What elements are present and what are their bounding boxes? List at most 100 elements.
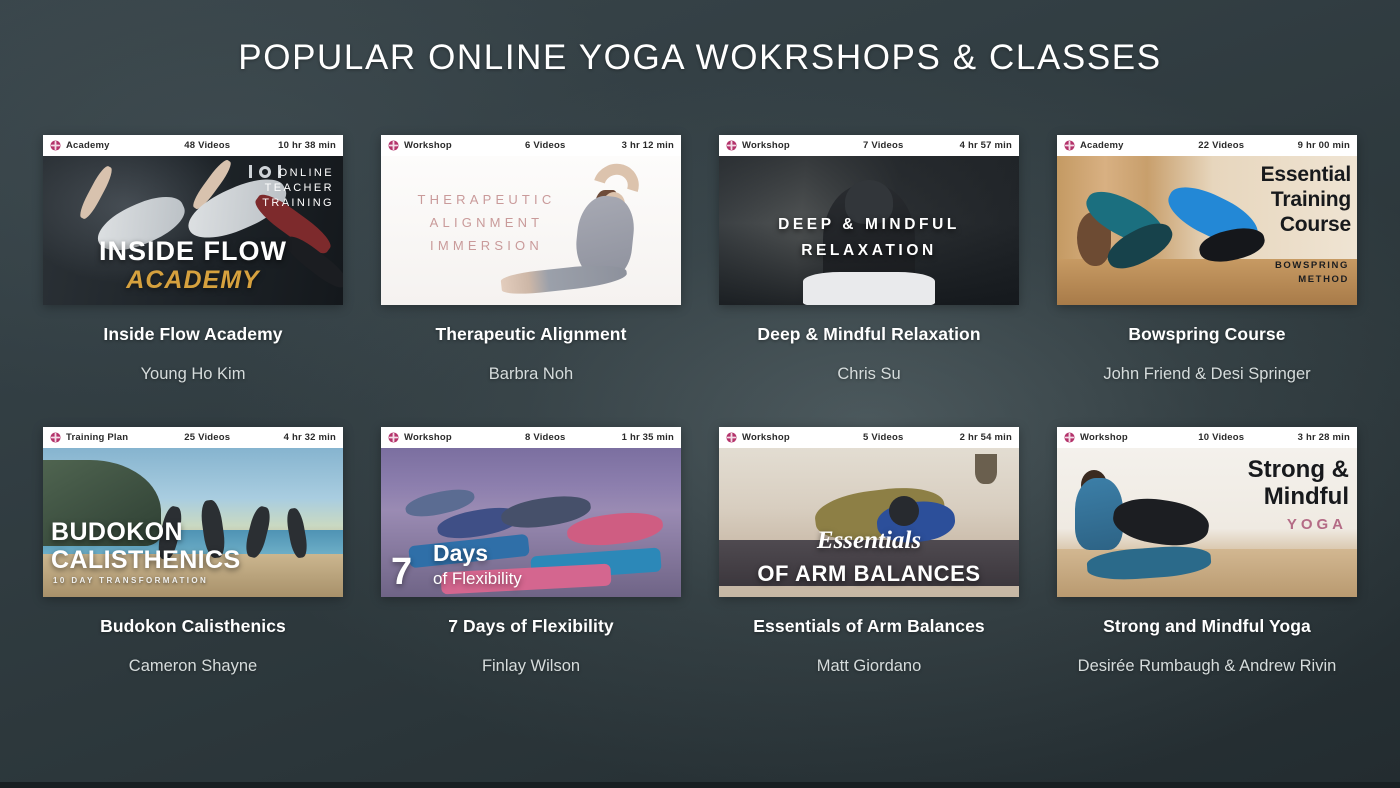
card-duration: 9 hr 00 min <box>1297 140 1350 151</box>
card-kind-label: Workshop <box>742 432 790 443</box>
card-duration: 4 hr 32 min <box>283 432 336 443</box>
card-kind-label: Workshop <box>404 432 452 443</box>
thumb-art-head <box>889 496 919 526</box>
card-title[interactable]: Inside Flow Academy <box>43 324 343 345</box>
lotus-icon <box>50 140 61 151</box>
course-card[interactable]: Academy 22 Videos 9 hr 00 min Essential … <box>1057 135 1357 391</box>
card-title[interactable]: Deep & Mindful Relaxation <box>719 324 1019 345</box>
card-thumbnail[interactable]: DEEP & MINDFUL RELAXATION <box>719 156 1019 305</box>
thumb-overlay-line2: TEACHER <box>264 182 334 194</box>
thumb-title-line1: INSIDE FLOW <box>99 236 287 266</box>
card-video-count: 7 Videos <box>863 140 904 151</box>
card-meta-bar: Academy 22 Videos 9 hr 00 min <box>1057 135 1357 156</box>
lotus-icon <box>726 140 737 151</box>
course-card[interactable]: Academy 48 Videos 10 hr 38 min ONLINE TE… <box>43 135 343 391</box>
thumb-title-line1: THERAPEUTIC <box>417 192 556 207</box>
card-thumbnail[interactable]: Essentials OF ARM BALANCES <box>719 448 1019 597</box>
card-title[interactable]: Essentials of Arm Balances <box>719 616 1019 637</box>
thumb-art-figure <box>1110 493 1212 551</box>
card-author: John Friend & Desi Springer <box>1103 365 1311 383</box>
card-meta-bar: Training Plan 25 Videos 4 hr 32 min <box>43 427 343 448</box>
thumb-title-line1: Days <box>433 540 488 566</box>
card-kind: Academy <box>50 140 164 151</box>
card-thumbnail[interactable]: Strong & Mindful YOGA <box>1057 448 1357 597</box>
card-meta-bar: Academy 48 Videos 10 hr 38 min <box>43 135 343 156</box>
thumb-title-line1: BUDOKON <box>51 518 183 546</box>
thumb-title-line1: Strong & <box>1247 456 1349 483</box>
card-author: Finlay Wilson <box>481 657 581 675</box>
card-duration: 10 hr 38 min <box>278 140 336 151</box>
card-kind: Workshop <box>1064 432 1178 443</box>
card-media[interactable]: Workshop 10 Videos 3 hr 28 min Strong & … <box>1057 427 1357 597</box>
card-kind: Training Plan <box>50 432 164 443</box>
card-media[interactable]: Workshop 8 Videos 1 hr 35 min 7 Days of … <box>381 427 681 597</box>
card-duration: 4 hr 57 min <box>959 140 1012 151</box>
thumb-overlay-line3: TRAINING <box>262 197 334 209</box>
lotus-icon <box>1064 140 1075 151</box>
page-root: POPULAR ONLINE YOGA WOKRSHOPS & CLASSES … <box>0 0 1400 788</box>
card-video-count: 10 Videos <box>1198 432 1245 443</box>
card-duration: 1 hr 35 min <box>621 432 674 443</box>
course-card[interactable]: Workshop 8 Videos 1 hr 35 min 7 Days of … <box>381 427 681 683</box>
thumb-art-arm <box>76 163 116 222</box>
card-video-count: 22 Videos <box>1198 140 1245 151</box>
course-card[interactable]: Workshop 10 Videos 3 hr 28 min Strong & … <box>1057 427 1357 683</box>
card-video-count: 48 Videos <box>184 140 231 151</box>
card-thumbnail[interactable]: THERAPEUTIC ALIGNMENT IMMERSION <box>381 156 681 305</box>
card-media[interactable]: Workshop 6 Videos 3 hr 12 min THERAPEUTI… <box>381 135 681 305</box>
course-card[interactable]: Workshop 5 Videos 2 hr 54 min Essentials… <box>719 427 1019 683</box>
card-author: Young Ho Kim <box>140 365 246 383</box>
card-kind: Academy <box>1064 140 1178 151</box>
card-kind-label: Academy <box>1080 140 1124 151</box>
thumb-title-line2: Mindful <box>1263 483 1349 510</box>
card-kind: Workshop <box>726 432 840 443</box>
card-author: Desirée Rumbaugh & Andrew Rivin <box>1077 657 1337 675</box>
course-card[interactable]: Workshop 6 Videos 3 hr 12 min THERAPEUTI… <box>381 135 681 391</box>
thumb-overlay-text: BUDOKON CALISTHENICS <box>51 518 241 574</box>
thumb-numeral: 7 <box>391 551 413 593</box>
card-video-count: 5 Videos <box>863 432 904 443</box>
card-thumbnail[interactable]: Essential Training Course BOWSPRING METH… <box>1057 156 1357 305</box>
thumb-art-legs <box>500 261 628 297</box>
card-media[interactable]: Academy 22 Videos 9 hr 00 min Essential … <box>1057 135 1357 305</box>
card-kind: Workshop <box>388 432 502 443</box>
card-media[interactable]: Workshop 5 Videos 2 hr 54 min Essentials… <box>719 427 1019 597</box>
card-title[interactable]: Therapeutic Alignment <box>381 324 681 345</box>
course-card[interactable]: Training Plan 25 Videos 4 hr 32 min BUDO… <box>43 427 343 683</box>
card-video-count: 6 Videos <box>525 140 566 151</box>
lotus-icon <box>388 432 399 443</box>
card-kind-label: Workshop <box>404 140 452 151</box>
course-card[interactable]: Workshop 7 Videos 4 hr 57 min DEEP & MIN… <box>719 135 1019 391</box>
thumb-title-line3: IMMERSION <box>430 238 543 253</box>
thumb-art-vase <box>975 454 997 484</box>
card-meta-bar: Workshop 10 Videos 3 hr 28 min <box>1057 427 1357 448</box>
card-media[interactable]: Workshop 7 Videos 4 hr 57 min DEEP & MIN… <box>719 135 1019 305</box>
thumb-overlay-text: ONLINE TEACHER TRAINING <box>262 166 334 211</box>
thumb-title-line3: Course <box>1279 213 1351 236</box>
card-thumbnail[interactable]: BUDOKON CALISTHENICS 10 DAY TRANSFORMATI… <box>43 448 343 597</box>
card-kind: Workshop <box>388 140 502 151</box>
thumb-overlay-text: Strong & Mindful <box>1248 456 1349 510</box>
card-title[interactable]: Budokon Calisthenics <box>43 616 343 637</box>
card-thumbnail[interactable]: ONLINE TEACHER TRAINING INSIDE FLOW ACAD… <box>43 156 343 305</box>
card-title[interactable]: 7 Days of Flexibility <box>381 616 681 637</box>
thumb-overlay-text: Essential Training Course <box>1261 162 1352 237</box>
course-grid: Academy 48 Videos 10 hr 38 min ONLINE TE… <box>38 78 1363 683</box>
card-media[interactable]: Academy 48 Videos 10 hr 38 min ONLINE TE… <box>43 135 343 305</box>
card-thumbnail[interactable]: 7 Days of Flexibility <box>381 448 681 597</box>
card-kind-label: Workshop <box>1080 432 1128 443</box>
card-video-count: 8 Videos <box>525 432 566 443</box>
thumb-subtitle-line1: BOWSPRING <box>1274 260 1349 271</box>
thumb-overlay-text: DEEP & MINDFUL RELAXATION <box>719 212 1019 264</box>
card-title[interactable]: Bowspring Course <box>1057 324 1357 345</box>
card-kind-label: Workshop <box>742 140 790 151</box>
card-author: Cameron Shayne <box>128 657 258 675</box>
lotus-icon <box>50 432 61 443</box>
lotus-icon <box>1064 432 1075 443</box>
thumb-title-line1: DEEP & MINDFUL <box>778 216 960 233</box>
thumb-title-line2: CALISTHENICS <box>51 546 241 574</box>
card-meta-bar: Workshop 7 Videos 4 hr 57 min <box>719 135 1019 156</box>
card-media[interactable]: Training Plan 25 Videos 4 hr 32 min BUDO… <box>43 427 343 597</box>
card-author: Chris Su <box>837 365 901 383</box>
card-title[interactable]: Strong and Mindful Yoga <box>1057 616 1357 637</box>
